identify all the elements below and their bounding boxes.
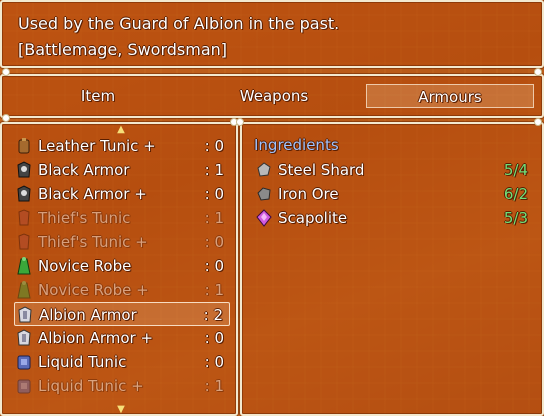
steel-shard-icon	[254, 160, 274, 180]
item-name: Leather Tunic +	[38, 137, 156, 155]
novice-robe-icon	[14, 256, 34, 276]
black-armor-icon	[14, 160, 34, 180]
item-list-window: ▲ Leather Tunic +: 0 Black Armor: 1 Black …	[0, 122, 238, 416]
iron-ore-icon	[254, 184, 274, 204]
black-armor-icon	[14, 184, 34, 204]
ingredient-row: Scapolite 5/3	[254, 206, 534, 230]
corner-ornament-icon	[534, 68, 542, 76]
ingredient-count: 5/3	[503, 209, 528, 227]
ingredient-name: Iron Ore	[278, 185, 339, 203]
ingredients-window: Ingredients Steel Shard 5/4 Iron Ore 6/2 Sca…	[240, 122, 544, 416]
tab-weapons[interactable]: Weapons	[194, 84, 354, 108]
item-quantity: : 0	[204, 137, 224, 155]
corner-ornament-icon	[2, 114, 10, 122]
item-name: Novice Robe +	[38, 281, 149, 299]
tab-item[interactable]: Item	[18, 84, 178, 108]
item-quantity: : 1	[204, 377, 224, 395]
item-list-row[interactable]: Novice Robe + : 1	[14, 278, 230, 302]
item-list-row[interactable]: Albion Armor : 2	[14, 302, 230, 326]
corner-ornament-icon	[2, 68, 10, 76]
item-list-row[interactable]: Leather Tunic + : 0	[14, 134, 230, 158]
item-list-row[interactable]: Black Armor + : 0	[14, 182, 230, 206]
item-quantity: : 0	[204, 233, 224, 251]
item-name: Black Armor	[38, 161, 130, 179]
item-name: Albion Armor	[39, 306, 137, 324]
item-quantity: : 1	[204, 209, 224, 227]
item-quantity: : 2	[203, 306, 223, 324]
help-window: Used by the Guard of Albion in the past.…	[0, 0, 544, 68]
albion-armor-icon	[14, 328, 34, 348]
liquid-tunic-icon	[14, 376, 34, 396]
ingredients-heading: Ingredients	[254, 136, 339, 154]
item-list-row[interactable]: Novice Robe : 0	[14, 254, 230, 278]
ingredient-name: Steel Shard	[278, 161, 365, 179]
thief-tunic-icon	[14, 208, 34, 228]
novice-robe-icon	[14, 280, 34, 300]
item-quantity: : 1	[204, 281, 224, 299]
ingredient-name: Scapolite	[278, 209, 348, 227]
ingredient-row: Iron Ore 6/2	[254, 182, 534, 206]
item-description: Used by the Guard of Albion in the past.	[18, 14, 340, 33]
item-name: Novice Robe	[38, 257, 132, 275]
item-name: Thief's Tunic +	[38, 233, 148, 251]
leather-tunic-icon	[14, 136, 34, 156]
item-list-row[interactable]: Black Armor : 1	[14, 158, 230, 182]
item-list-row[interactable]: Thief's Tunic : 1	[14, 206, 230, 230]
item-list-row[interactable]: Liquid Tunic : 0	[14, 350, 230, 374]
corner-ornament-icon	[236, 118, 244, 126]
liquid-tunic-icon	[14, 352, 34, 372]
item-name: Liquid Tunic +	[38, 377, 144, 395]
scapolite-gem-icon	[254, 208, 274, 228]
item-name: Black Armor +	[38, 185, 147, 203]
scroll-up-arrow-icon[interactable]: ▲	[115, 125, 127, 135]
item-quantity: : 0	[204, 185, 224, 203]
item-name: Liquid Tunic	[38, 353, 127, 371]
item-name: Albion Armor +	[38, 329, 154, 347]
item-quantity: : 0	[204, 257, 224, 275]
item-list-row[interactable]: Albion Armor + : 0	[14, 326, 230, 350]
item-classes: [Battlemage, Swordsman]	[18, 40, 228, 59]
category-window: Item Weapons Armours	[0, 74, 544, 118]
item-quantity: : 0	[204, 353, 224, 371]
ingredient-count: 6/2	[503, 185, 528, 203]
thief-tunic-icon	[14, 232, 34, 252]
item-quantity: : 1	[204, 161, 224, 179]
tab-armours[interactable]: Armours	[366, 84, 534, 108]
albion-armor-icon	[15, 305, 35, 325]
item-list-row[interactable]: Thief's Tunic + : 0	[14, 230, 230, 254]
item-list-row[interactable]: Liquid Tunic + : 1	[14, 374, 230, 398]
ingredient-row: Steel Shard 5/4	[254, 158, 534, 182]
item-name: Thief's Tunic	[38, 209, 131, 227]
item-quantity: : 0	[204, 329, 224, 347]
corner-ornament-icon	[534, 118, 542, 126]
ingredient-count: 5/4	[503, 161, 528, 179]
scroll-down-arrow-icon[interactable]: ▼	[115, 405, 127, 415]
